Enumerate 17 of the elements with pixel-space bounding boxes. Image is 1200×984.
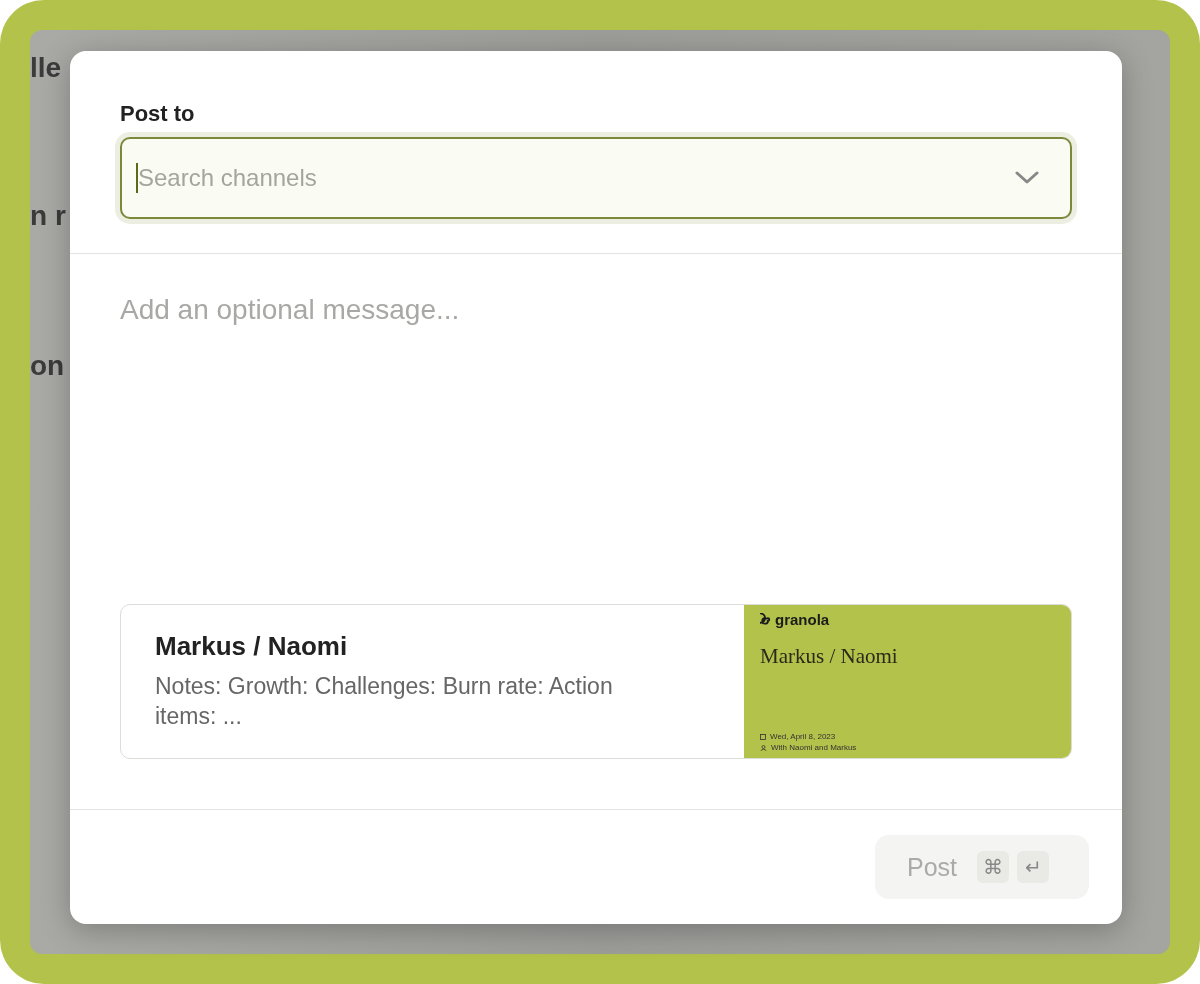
preview-attendees: With Naomi and Markus (771, 743, 857, 752)
note-summary: Notes: Growth: Challenges: Burn rate: Action items: ... (155, 672, 614, 731)
chevron-down-icon (1014, 170, 1040, 186)
calendar-icon (760, 733, 766, 740)
channel-search-field[interactable]: Search channels (120, 137, 1072, 219)
background-text: n r (30, 200, 66, 232)
background-text: on (30, 350, 65, 382)
note-title: Markus / Naomi (155, 631, 349, 662)
preview-title: Markus / Naomi (760, 644, 899, 669)
post-to-label: Post to (120, 101, 196, 127)
note-card[interactable]: Markus / Naomi Notes: Growth: Challenges: Burn rate: Action items: ... granola Markus / Naomi Wed, April 8, 2023 With Naomi and Markus (120, 604, 1072, 759)
shortcut-key: ⌘ (977, 851, 1009, 883)
people-icon (760, 744, 767, 751)
shortcut-key: ↵ (1017, 851, 1049, 883)
background-text: lle (30, 52, 62, 84)
brand-name: granola (775, 611, 830, 628)
preview-date: Wed, April 8, 2023 (770, 732, 836, 741)
